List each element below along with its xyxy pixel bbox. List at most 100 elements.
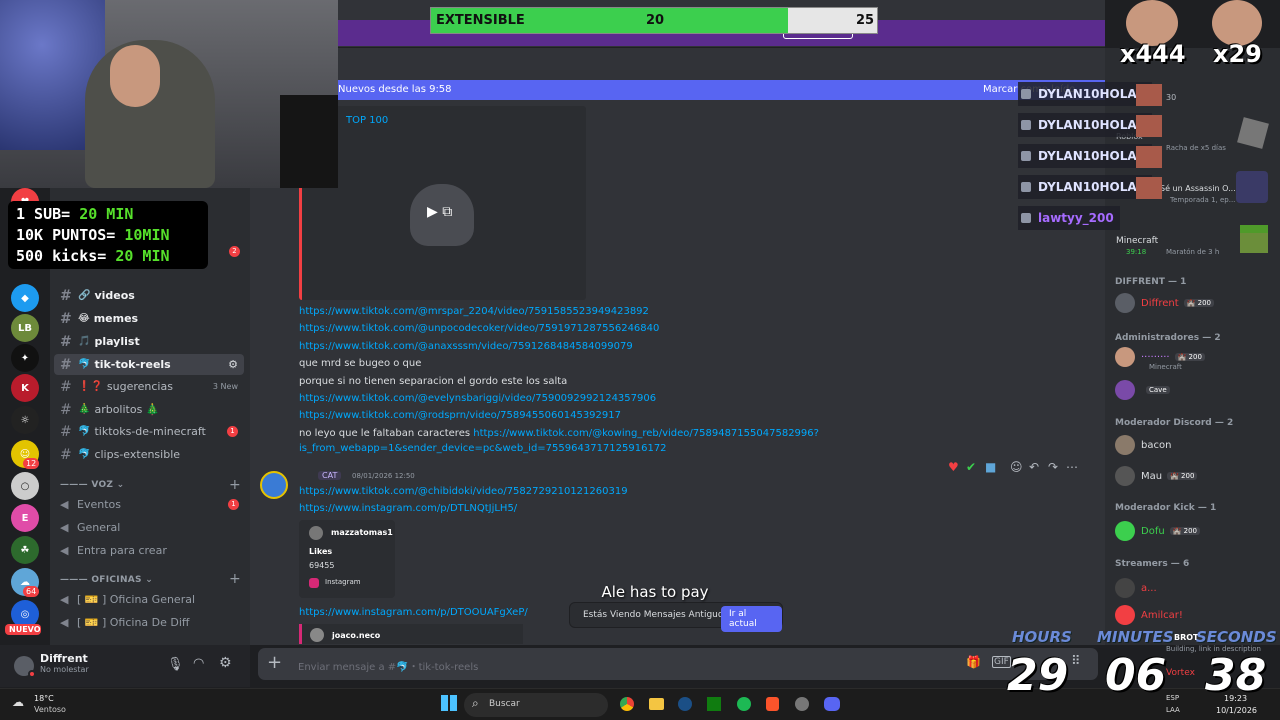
chrome-icon[interactable] [620,697,634,711]
jump-to-present-button[interactable]: Ir al actual [721,606,782,632]
discord-icon[interactable] [824,697,840,711]
server-icon[interactable]: LB [11,314,39,342]
message-link[interactable]: https://www.instagram.com/p/DTOOUAFgXeP/ [299,607,528,618]
member-name: Dofu [1141,525,1165,537]
message-link[interactable]: is_from_webapp=1&sender_device=pc&web_id… [299,443,667,454]
emoji-icon[interactable]: ☺ [1010,460,1023,474]
embed-title[interactable]: TOP 100 [346,115,388,126]
office-category[interactable]: ——— OFICINAS ⌄ [60,575,153,585]
rule-value: 20 MIN [79,205,134,223]
message-input[interactable]: Enviar mensaje a #🐬・tik-tok-reels [298,658,478,673]
voice-category[interactable]: ——— VOZ ⌄ [60,480,125,490]
server-icon[interactable]: ☼ [11,406,39,434]
office-channel[interactable]: ◀ [ 🎫 ] Oficina General [60,589,195,609]
streamer-name[interactable]: Vortex [1166,668,1195,678]
lang-code[interactable]: ESP [1166,694,1179,702]
member-row[interactable]: Diffrent 🏰 200 [1115,291,1214,315]
member-row[interactable]: Amilcar! [1115,603,1183,627]
server-icon[interactable]: ○ [11,472,39,500]
message-link[interactable]: https://www.tiktok.com/@mrspar_2204/vide… [299,306,649,317]
lang-layout[interactable]: LAA [1166,706,1180,714]
chat-overlay-row: DYLAN10HOLA : [1018,113,1152,137]
streamer-name[interactable]: BROT [1174,633,1199,642]
member-row[interactable]: ········· 🏰 200 Minecraft [1115,345,1205,371]
brave-icon[interactable] [766,697,779,711]
add-channel-icon[interactable]: + [229,477,241,493]
channel-sugerencias[interactable]: # ❗❓ sugerencias 3 New [54,376,244,397]
steam-icon[interactable] [678,697,692,711]
clock-date[interactable]: 10/1/2026 [1216,706,1257,715]
channel-tik-tok-reels[interactable]: # 🐬 tik-tok-reels ⚙ [54,354,244,375]
message-link[interactable]: https://www.tiktok.com/@anaxsssm/video/7… [299,341,633,352]
member-row[interactable]: Dofu 🏰 200 [1115,519,1200,543]
ig-username[interactable]: mazzatomas1 [331,528,393,537]
author-avatar[interactable] [260,471,288,499]
emote [1136,84,1162,106]
gift-icon[interactable]: 🎁 [966,655,981,669]
channel-label: videos [94,289,135,302]
member-row[interactable]: a... [1115,576,1157,600]
speaker-icon: ◀ [60,592,69,606]
channel-emoji: 🎄 [78,404,91,415]
gear-icon[interactable]: ⚙ [219,655,232,671]
chat-overlay-row: DYLAN10HOLA : [1018,82,1152,106]
windows-start-icon[interactable] [441,695,457,711]
member-row[interactable]: Cave [1115,378,1170,402]
message-composer[interactable]: + Enviar mensaje a #🐬・tik-tok-reels 🎁 GI… [258,648,1098,680]
folder-icon[interactable] [649,698,664,710]
server-icon[interactable]: ☘ [11,536,39,564]
member-row[interactable]: Mau 🏰 200 [1115,464,1198,488]
ig-username[interactable]: joaco.neco [332,631,380,640]
server-icon[interactable]: ✦ [11,344,39,372]
username[interactable]: Diffrent [40,652,88,665]
message-link[interactable]: https://www.tiktok.com/@evelynsbariggi/v… [299,393,656,404]
chat-user: DYLAN10HOLA : [1038,149,1146,163]
reply-icon[interactable]: ↶ [1029,460,1039,474]
search-label: Buscar [489,699,520,709]
webcam-monitor [280,95,338,188]
sticker-icon[interactable]: ■ [985,460,996,474]
category-label: OFICINAS [91,575,142,585]
channel-clips-extensible[interactable]: # 🐬 clips-extensible [54,444,244,465]
voice-channel[interactable]: ◀ Entra para crear [60,540,245,560]
new-messages-bar[interactable]: Nuevos desde las 9:58 Marcar como leído [338,80,1105,100]
forward-icon[interactable]: ↷ [1048,460,1058,474]
more-icon[interactable]: ⋯ [1066,460,1078,474]
hash-icon: # [60,401,72,418]
add-channel-icon[interactable]: + [229,571,241,587]
server-icon[interactable]: E [11,504,39,532]
server-icon[interactable]: ◆ [11,284,39,312]
channel-memes[interactable]: # 😂 memes [54,308,244,329]
spotify-icon[interactable] [737,697,751,711]
xbox-icon[interactable] [707,697,721,711]
message-link[interactable]: https://www.tiktok.com/@chibidoki/video/… [299,486,628,497]
voice-channel[interactable]: ◀ Eventos 1 [60,494,245,514]
game-art [1236,171,1268,203]
add-attachment-icon[interactable]: + [267,652,282,673]
message-link[interactable]: https://www.tiktok.com/@kowing_reb/video… [473,428,819,439]
check-reaction-icon[interactable]: ✔ [966,460,976,474]
message-link[interactable]: https://www.tiktok.com/@rodsprn/video/75… [299,410,621,421]
channel-playlist[interactable]: # 🎵 playlist [54,331,244,352]
chat-user: DYLAN10HOLA : [1038,118,1146,132]
taskbar-search[interactable]: ⌕ Buscar [464,693,608,717]
office-channel[interactable]: ◀ [ 🎫 ] Oficina De Diff [60,612,190,632]
message-link[interactable]: https://www.tiktok.com/@unpocodecoker/vi… [299,323,659,334]
message-link[interactable]: https://www.instagram.com/p/DTLNQtJjLH5/ [299,503,517,514]
channel-videos[interactable]: # 🔗 videos [54,285,244,306]
server-icon[interactable]: K [11,374,39,402]
apps-icon[interactable]: ⠿ [1071,654,1081,669]
channel-arbolitos[interactable]: # 🎄 arbolitos 🎄 [54,399,244,420]
app-icon[interactable] [795,697,809,711]
channel-settings-icon[interactable]: ⚙ [228,358,238,371]
voice-channel[interactable]: ◀ General [60,517,245,537]
heart-reaction-icon[interactable]: ♥ [948,460,959,474]
headphones-icon[interactable]: ◠ [193,656,204,671]
member-row[interactable]: bacon [1115,433,1171,457]
play-icon[interactable]: ▶ ⧉ [427,204,452,220]
chat-overlay-row: DYLAN10HOLA : [1018,175,1152,199]
emote [1136,115,1162,137]
microphone-icon[interactable]: 🎙 [167,657,184,672]
webcam-head [110,45,160,107]
channel-tiktoks-de-minecraft[interactable]: # 🐬 tiktoks-de-minecraft 1 [54,421,244,442]
